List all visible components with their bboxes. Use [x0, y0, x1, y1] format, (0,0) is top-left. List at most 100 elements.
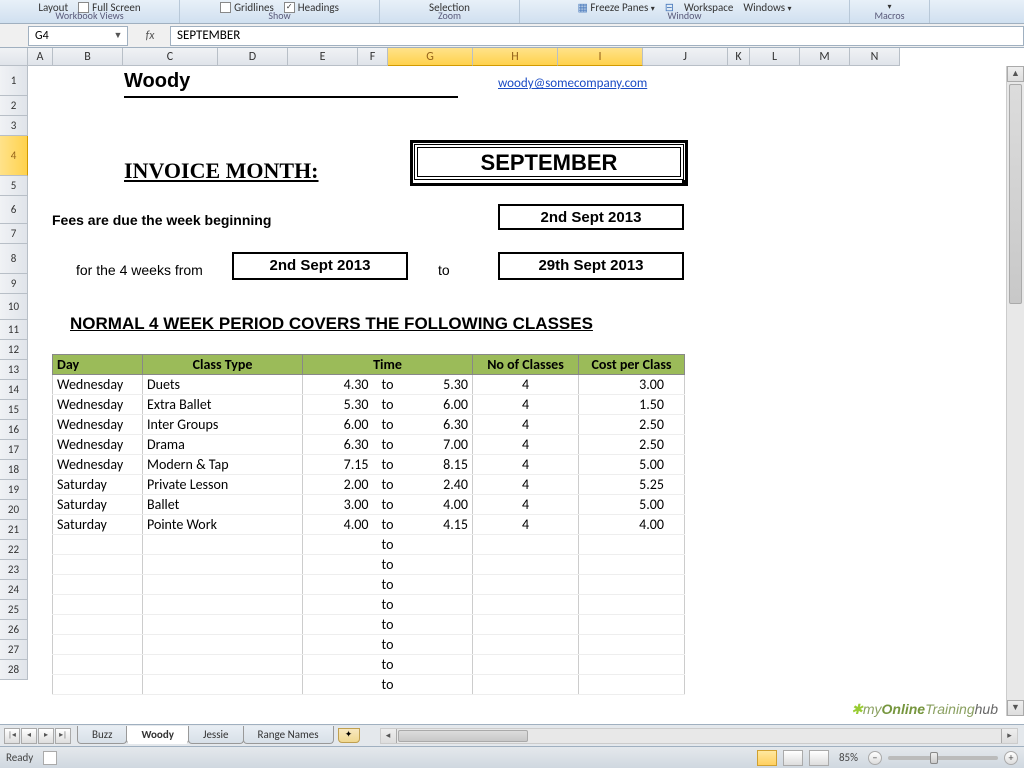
row-header-16[interactable]: 16	[0, 420, 28, 440]
freeze-panes-button[interactable]: ▦ Freeze Panes ▾	[577, 1, 654, 14]
new-sheet-button[interactable]: ✦	[338, 728, 360, 743]
th-no-classes: No of Classes	[473, 355, 579, 375]
fees-due-label: Fees are due the week beginning	[52, 212, 271, 228]
table-row: WednesdayDuets4.30to5.3043.00	[53, 375, 685, 395]
col-header-N[interactable]: N	[850, 48, 900, 66]
row-header-5[interactable]: 5	[0, 176, 28, 196]
table-row: SaturdayPointe Work4.00to4.1544.00	[53, 515, 685, 535]
zoom-out-button[interactable]: −	[868, 751, 882, 765]
status-ready: Ready	[6, 751, 33, 764]
row-header-25[interactable]: 25	[0, 600, 28, 620]
scroll-left-button[interactable]: ◂	[381, 729, 397, 743]
row-header-17[interactable]: 17	[0, 440, 28, 460]
formula-input[interactable]: SEPTEMBER	[170, 26, 1024, 46]
scroll-up-button[interactable]: ▲	[1007, 66, 1024, 82]
spreadsheet-grid[interactable]: ABCDEFGHIJKLMN 1234567891011121314151617…	[0, 48, 1024, 716]
gridlines-toggle[interactable]: Gridlines	[220, 1, 274, 14]
col-header-D[interactable]: D	[218, 48, 288, 66]
row-header-3[interactable]: 3	[0, 116, 28, 136]
row-header-27[interactable]: 27	[0, 640, 28, 660]
invoice-month-label: INVOICE MONTH:	[124, 158, 319, 184]
fill-handle[interactable]	[682, 180, 688, 186]
row-header-7[interactable]: 7	[0, 224, 28, 244]
row-header-23[interactable]: 23	[0, 560, 28, 580]
zoom-slider-thumb[interactable]	[930, 752, 938, 764]
row-header-21[interactable]: 21	[0, 520, 28, 540]
row-header-18[interactable]: 18	[0, 460, 28, 480]
col-header-E[interactable]: E	[288, 48, 358, 66]
horizontal-scrollbar[interactable]: ◂ ▸	[380, 728, 1018, 744]
row-header-13[interactable]: 13	[0, 360, 28, 380]
view-pagelayout-button[interactable]	[783, 750, 803, 766]
zoom-in-button[interactable]: +	[1004, 751, 1018, 765]
row-header-20[interactable]: 20	[0, 500, 28, 520]
table-row-empty: to	[53, 635, 685, 655]
row-header-19[interactable]: 19	[0, 480, 28, 500]
col-header-J[interactable]: J	[643, 48, 728, 66]
sheet-tab-woody[interactable]: Woody	[126, 726, 188, 744]
col-header-H[interactable]: H	[473, 48, 558, 66]
row-header-22[interactable]: 22	[0, 540, 28, 560]
status-bar: Ready 85% − +	[0, 746, 1024, 768]
table-row-empty: to	[53, 535, 685, 555]
col-header-K[interactable]: K	[728, 48, 750, 66]
col-header-I[interactable]: I	[558, 48, 643, 66]
fx-button[interactable]: fx	[130, 29, 170, 43]
vscroll-thumb[interactable]	[1009, 84, 1022, 304]
select-all-corner[interactable]	[0, 48, 28, 66]
sheet-tab-range-names[interactable]: Range Names	[243, 726, 334, 744]
sheet-tab-jessie[interactable]: Jessie	[188, 726, 244, 744]
col-header-F[interactable]: F	[358, 48, 388, 66]
row-header-26[interactable]: 26	[0, 620, 28, 640]
group-label-show: Show	[268, 9, 290, 22]
name-underline	[124, 96, 458, 98]
to-date: 29th Sept 2013	[498, 252, 684, 280]
col-header-L[interactable]: L	[750, 48, 800, 66]
group-label-views: Workbook Views	[55, 9, 123, 22]
zoom-slider[interactable]	[888, 756, 998, 760]
row-header-15[interactable]: 15	[0, 400, 28, 420]
table-row-empty: to	[53, 655, 685, 675]
col-header-C[interactable]: C	[123, 48, 218, 66]
col-header-G[interactable]: G	[388, 48, 473, 66]
tab-nav-prev[interactable]: ◂	[21, 728, 37, 744]
hscroll-thumb[interactable]	[398, 730, 528, 742]
scroll-down-button[interactable]: ▼	[1007, 700, 1024, 716]
vertical-scrollbar[interactable]: ▲ ▼	[1006, 66, 1024, 716]
view-pagebreak-button[interactable]	[809, 750, 829, 766]
from-date: 2nd Sept 2013	[232, 252, 408, 280]
scroll-right-button[interactable]: ▸	[1001, 729, 1017, 743]
row-header-10[interactable]: 10	[0, 294, 28, 320]
name-box-dropdown-icon[interactable]: ▼	[111, 30, 125, 41]
invoice-month-value: SEPTEMBER	[414, 144, 684, 180]
col-header-B[interactable]: B	[53, 48, 123, 66]
watermark-logo: ✱myOnlineTraininghub	[851, 701, 998, 718]
row-header-12[interactable]: 12	[0, 340, 28, 360]
col-header-A[interactable]: A	[28, 48, 53, 66]
row-header-14[interactable]: 14	[0, 380, 28, 400]
zoom-percent[interactable]: 85%	[835, 751, 862, 764]
group-label-zoom: Zoom	[438, 9, 461, 22]
headings-toggle[interactable]: ✓Headings	[284, 1, 339, 14]
row-header-24[interactable]: 24	[0, 580, 28, 600]
tab-nav-first[interactable]: |◂	[4, 728, 20, 744]
name-box[interactable]: G4 ▼	[28, 26, 128, 46]
email-link[interactable]: woody@somecompany.com	[498, 76, 647, 91]
sheet-tab-buzz[interactable]: Buzz	[77, 726, 127, 744]
view-normal-button[interactable]	[757, 750, 777, 766]
tab-nav-last[interactable]: ▸|	[55, 728, 71, 744]
macro-record-icon[interactable]	[43, 751, 57, 765]
row-header-9[interactable]: 9	[0, 274, 28, 294]
tab-nav-next[interactable]: ▸	[38, 728, 54, 744]
row-header-11[interactable]: 11	[0, 320, 28, 340]
row-header-2[interactable]: 2	[0, 96, 28, 116]
row-header-8[interactable]: 8	[0, 244, 28, 274]
group-label-macros: Macros	[874, 9, 904, 22]
row-header-4[interactable]: 4	[0, 136, 28, 176]
row-header-28[interactable]: 28	[0, 660, 28, 680]
row-header-1[interactable]: 1	[0, 66, 28, 96]
company-name: Woody	[124, 70, 190, 93]
row-header-6[interactable]: 6	[0, 196, 28, 224]
switch-windows-button[interactable]: Windows ▾	[743, 1, 791, 14]
col-header-M[interactable]: M	[800, 48, 850, 66]
